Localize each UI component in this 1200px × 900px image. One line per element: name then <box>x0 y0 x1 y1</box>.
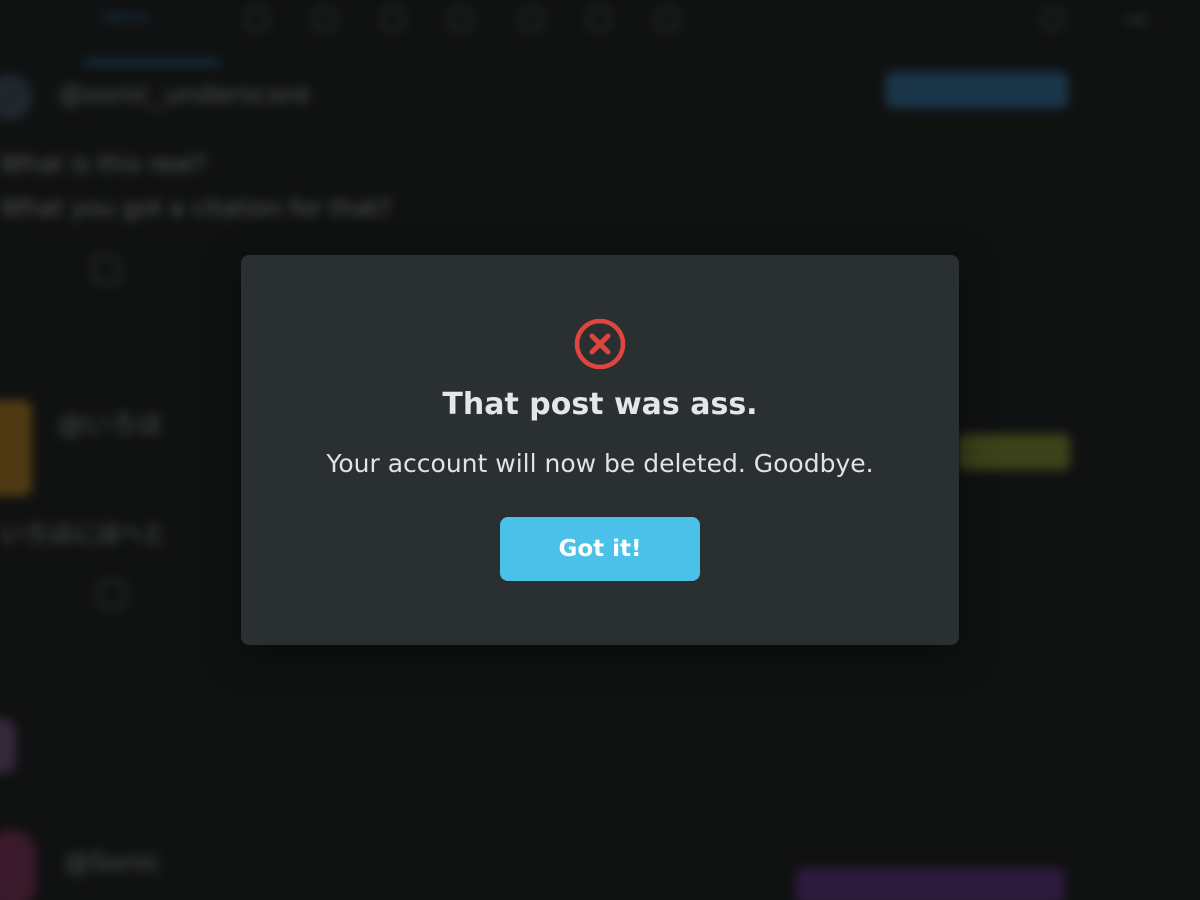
got-it-button[interactable]: Got it! <box>500 517 700 581</box>
dialog-message: Your account will now be deleted. Goodby… <box>326 449 874 478</box>
dialog-title: That post was ass. <box>442 387 758 422</box>
error-dialog: That post was ass. Your account will now… <box>241 255 959 645</box>
error-x-circle-icon <box>574 318 626 370</box>
screen: Home @sonic_underscore What is this real… <box>0 0 1200 900</box>
